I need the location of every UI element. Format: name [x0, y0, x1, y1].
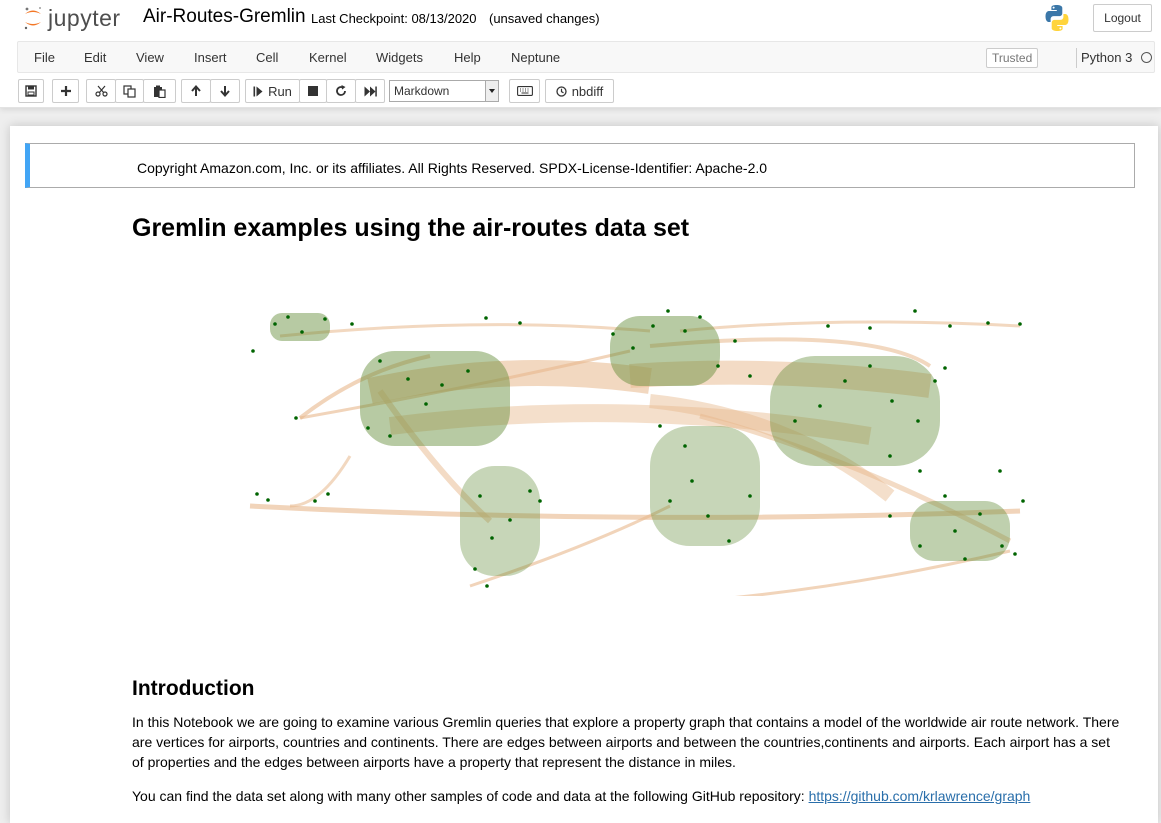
airport-nodes	[251, 309, 1025, 588]
nbdiff-button[interactable]: nbdiff	[545, 79, 614, 103]
menu-help[interactable]: Help	[454, 50, 481, 65]
kernel-idle-icon	[1141, 52, 1152, 63]
introduction-paragraph: In this Notebook we are going to examine…	[132, 714, 1120, 770]
jupyter-logo-text: jupyter	[48, 4, 121, 31]
history-icon	[556, 85, 567, 97]
paste-icon	[154, 85, 166, 98]
chevron-down-icon	[485, 81, 498, 101]
repository-text: You can find the data set along with man…	[132, 788, 809, 804]
restart-icon	[336, 85, 346, 96]
paste-button[interactable]	[143, 79, 176, 103]
menu-widgets[interactable]: Widgets	[376, 50, 423, 65]
cell-type-select[interactable]: Markdown	[389, 80, 499, 102]
copy-button[interactable]	[115, 79, 144, 103]
copy-icon	[123, 84, 136, 98]
cell-type-value: Markdown	[394, 84, 450, 98]
air-routes-map-image	[249, 309, 1025, 596]
command-palette-button[interactable]	[509, 79, 540, 103]
notebook-header: jupyter Air-Routes-Gremlin Last Checkpoi…	[0, 0, 1161, 108]
nbdiff-label: nbdiff	[571, 83, 604, 99]
arrow-down-icon	[220, 86, 230, 97]
interrupt-kernel-button[interactable]	[299, 79, 327, 103]
repository-link[interactable]: https://github.com/krlawrence/graph	[809, 788, 1031, 804]
autosave-status: (unsaved changes)	[489, 11, 600, 26]
keyboard-icon	[516, 86, 533, 96]
kernel-name[interactable]: Python 3	[1081, 50, 1132, 65]
logout-button[interactable]: Logout	[1093, 4, 1152, 32]
restart-run-all-button[interactable]	[355, 79, 385, 103]
menubar: File Edit View Insert Cell Kernel Widget…	[17, 41, 1155, 73]
last-checkpoint: Last Checkpoint: 08/13/2020	[311, 11, 477, 26]
cut-button[interactable]	[86, 79, 116, 103]
kernel-separator	[1076, 48, 1077, 68]
arrow-up-icon	[191, 85, 201, 96]
run-label: Run	[268, 83, 292, 99]
menu-kernel[interactable]: Kernel	[309, 50, 347, 65]
cut-icon	[94, 85, 108, 97]
step-forward-icon	[253, 86, 263, 96]
repository-paragraph: You can find the data set along with man…	[132, 788, 1030, 804]
python-logo-icon	[1042, 3, 1072, 38]
run-button[interactable]: Run	[245, 79, 300, 103]
fast-forward-icon	[364, 86, 377, 96]
menu-view[interactable]: View	[136, 50, 164, 65]
plus-icon	[60, 86, 71, 96]
menu-edit[interactable]: Edit	[84, 50, 106, 65]
stop-icon	[308, 86, 318, 96]
introduction-heading: Introduction	[132, 677, 255, 700]
move-cell-up-button[interactable]	[181, 79, 211, 103]
save-button[interactable]	[18, 79, 44, 103]
selected-markdown-cell[interactable]: Copyright Amazon.com, Inc. or its affili…	[25, 143, 1135, 188]
menu-insert[interactable]: Insert	[194, 50, 227, 65]
move-cell-down-button[interactable]	[210, 79, 240, 103]
menu-neptune[interactable]: Neptune	[511, 50, 560, 65]
notebook-container: Copyright Amazon.com, Inc. or its affili…	[10, 126, 1158, 823]
copyright-text: Copyright Amazon.com, Inc. or its affili…	[137, 160, 768, 176]
notebook-name[interactable]: Air-Routes-Gremlin	[143, 6, 306, 28]
insert-cell-button[interactable]	[52, 79, 79, 103]
trusted-indicator[interactable]: Trusted	[986, 48, 1039, 68]
jupyter-logo[interactable]: jupyter	[22, 4, 121, 32]
notebook-title: Gremlin examples using the air-routes da…	[132, 214, 690, 242]
menu-cell[interactable]: Cell	[256, 50, 278, 65]
restart-kernel-button[interactable]	[326, 79, 356, 103]
jupyter-logo-icon	[24, 7, 41, 30]
save-icon	[25, 85, 37, 97]
menu-file[interactable]: File	[34, 50, 55, 65]
